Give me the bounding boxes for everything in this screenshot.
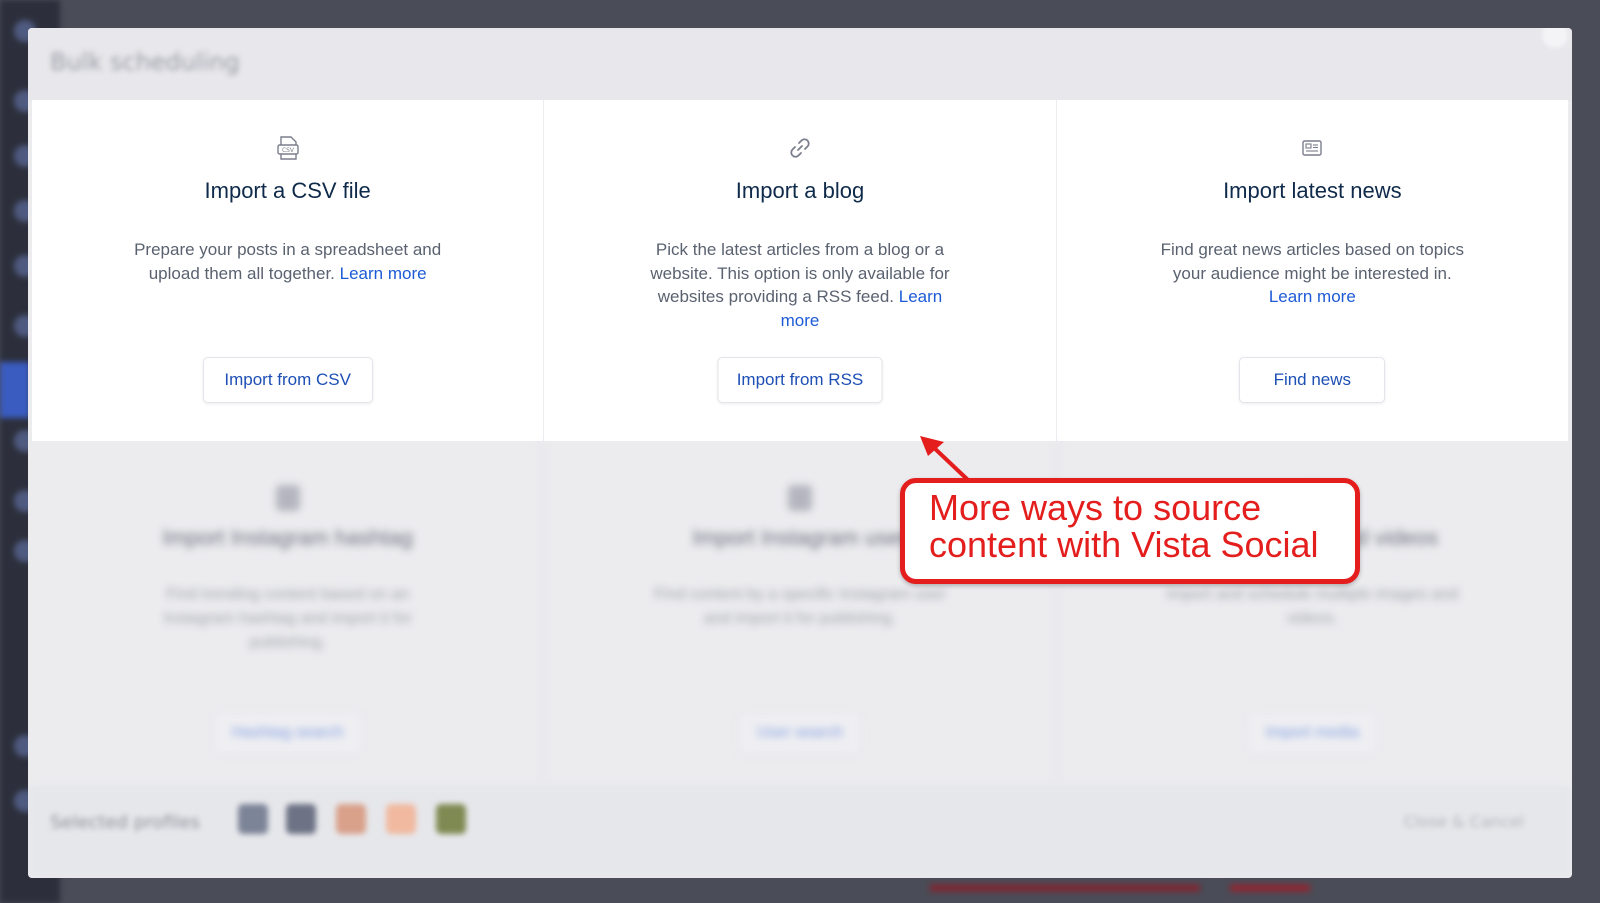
import-options-row: CSV Import a CSV file Prepare your posts…: [32, 100, 1568, 441]
csv-file-icon: CSV: [276, 136, 299, 160]
background-toolbar: [900, 878, 1560, 903]
card-title: Import a CSV file: [204, 178, 371, 203]
annotation-line-2: content with Vista Social: [929, 524, 1319, 565]
newspaper-icon: [1302, 140, 1323, 156]
card-description: Find great news articles based on topics…: [1152, 238, 1472, 309]
annotation-callout: More ways to source content with Vista S…: [900, 478, 1360, 584]
modal-header: Bulk scheduling: [28, 28, 1572, 101]
import-media-button[interactable]: Import media: [1246, 711, 1378, 755]
card-title: Import a blog: [735, 178, 865, 203]
selected-profiles-label: Selected profiles: [50, 812, 200, 833]
background-button: [930, 884, 1200, 892]
close-cancel-button[interactable]: Close & Cancel: [1404, 812, 1524, 831]
csv-import-card: CSV Import a CSV file Prepare your posts…: [32, 100, 545, 441]
modal-footer: Selected profiles Close & Cancel: [28, 786, 1572, 878]
annotation-line-1: More ways to source: [929, 487, 1262, 528]
description-text: Find great news articles based on topics…: [1160, 240, 1464, 283]
card-description: Find trending content based on an Instag…: [163, 586, 412, 651]
background-button: [1230, 884, 1310, 892]
learn-more-link[interactable]: Learn more: [340, 264, 427, 283]
avatar[interactable]: [436, 804, 466, 834]
card-description: Find content by a specific Instagram use…: [654, 586, 946, 627]
card-description: Prepare your posts in a spreadsheet and …: [128, 238, 448, 285]
card-title: Import latest news: [1223, 178, 1402, 203]
news-import-card: Import latest news Find great news artic…: [1057, 100, 1568, 441]
user-search-button[interactable]: User search: [737, 711, 863, 755]
card-description: Import and schedule multiple images and …: [1166, 586, 1459, 627]
svg-text:CSV: CSV: [282, 147, 295, 154]
import-from-csv-button[interactable]: Import from CSV: [202, 357, 373, 403]
sidebar-active-indicator: [0, 362, 30, 418]
instagram-hashtag-card: Import Instagram hashtag Find trending c…: [32, 441, 545, 786]
avatar[interactable]: [238, 804, 268, 834]
card-title: Import Instagram hashtag: [162, 525, 413, 550]
link-icon: [790, 138, 810, 158]
card-description: Pick the latest articles from a blog or …: [640, 238, 960, 332]
learn-more-link[interactable]: Learn more: [1269, 287, 1356, 306]
modal-title: Bulk scheduling: [50, 48, 240, 76]
close-icon[interactable]: [1542, 28, 1568, 48]
user-icon: [787, 485, 812, 511]
import-from-rss-button[interactable]: Import from RSS: [717, 357, 883, 403]
avatar[interactable]: [386, 804, 416, 834]
blog-import-card: Import a blog Pick the latest articles f…: [544, 100, 1057, 441]
hashtag-icon: [275, 485, 300, 511]
find-news-button[interactable]: Find news: [1239, 357, 1386, 403]
bulk-scheduling-modal: Bulk scheduling CSV Import a CSV file Pr…: [28, 28, 1572, 878]
avatar[interactable]: [286, 804, 316, 834]
avatar[interactable]: [336, 804, 366, 834]
hashtag-search-button[interactable]: Hashtag search: [212, 711, 363, 755]
